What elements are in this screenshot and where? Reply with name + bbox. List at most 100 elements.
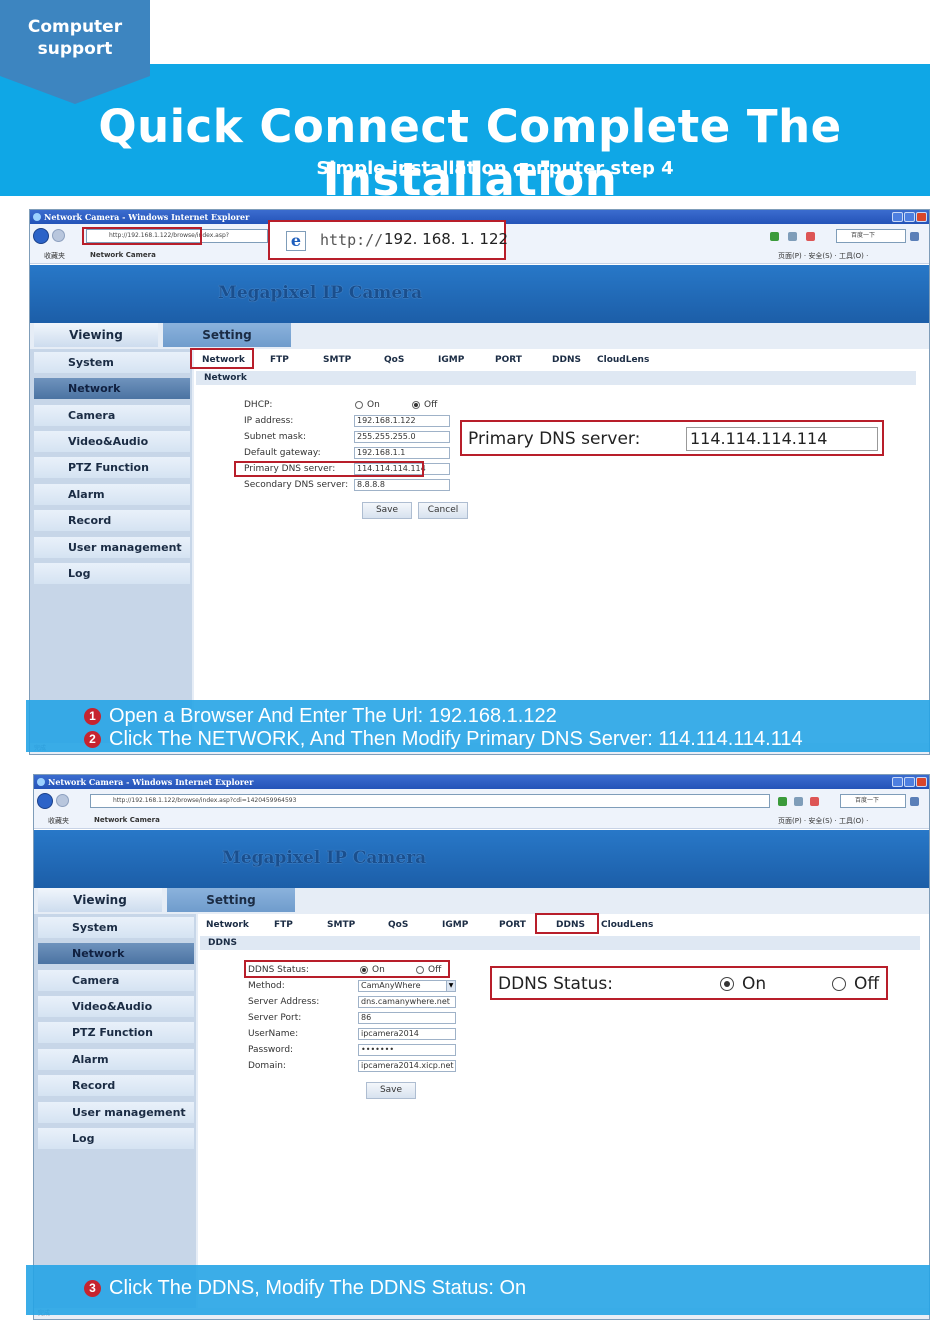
step-2-number: 2 (84, 731, 101, 748)
search-icon[interactable] (910, 797, 919, 806)
dhcp-off-label: Off (424, 400, 438, 410)
maximize-button[interactable] (904, 777, 915, 787)
save-button[interactable]: Save (362, 502, 412, 519)
callout-on-radio (720, 977, 734, 991)
sidebar-item-camera[interactable]: Camera (34, 405, 190, 426)
dhcp-on-radio[interactable] (355, 401, 363, 409)
back-button[interactable] (33, 228, 49, 244)
secondary-dns-field[interactable]: 8.8.8.8 (354, 479, 450, 491)
save-button[interactable]: Save (366, 1082, 416, 1099)
camera-content: Viewing Setting System Network Camera Vi… (34, 888, 929, 1319)
sidebar-item-network[interactable]: Network (34, 378, 190, 399)
favorites-label[interactable]: 收藏夹 (48, 816, 69, 826)
sidebar-item-alarm[interactable]: Alarm (34, 484, 190, 505)
badge-pointer (0, 76, 150, 104)
close-button[interactable] (916, 777, 927, 787)
page-subtitle: Simple installation conputer step 4 (316, 158, 674, 179)
subtab-ftp[interactable]: FTP (274, 920, 293, 930)
browser-tab[interactable]: Network Camera (94, 816, 160, 824)
mask-field[interactable]: 255.255.255.0 (354, 431, 450, 443)
forward-button[interactable] (56, 794, 69, 807)
subtab-smtp[interactable]: SMTP (327, 920, 355, 930)
step-3: 3 Click The DDNS, Modify The DDNS Status:… (84, 1277, 526, 1300)
subtab-igmp[interactable]: IGMP (442, 920, 468, 930)
sidebar-item-record[interactable]: Record (34, 510, 190, 531)
method-select[interactable]: CamAnyWhere (358, 980, 456, 992)
sidebar-item-system[interactable]: System (38, 917, 194, 938)
ie-tools-menu[interactable]: 页面(P) · 安全(S) · 工具(O) · (778, 251, 868, 261)
ie-tools-menu[interactable]: 页面(P) · 安全(S) · 工具(O) · (778, 816, 868, 826)
tab-setting[interactable]: Setting (167, 888, 295, 912)
subtab-cloudlens[interactable]: CloudLens (597, 355, 649, 365)
back-button[interactable] (37, 793, 53, 809)
maximize-button[interactable] (904, 212, 915, 222)
section-ddns: DDNS (200, 936, 920, 950)
sidebar-item-camera[interactable]: Camera (38, 970, 194, 991)
callout-dns-label: Primary DNS server: (468, 429, 641, 449)
instructions-bar-1: 1 Open a Browser And Enter The Url: 192.1… (26, 700, 930, 752)
ip-field[interactable]: 192.168.1.122 (354, 415, 450, 427)
password-field[interactable]: ••••••• (358, 1044, 456, 1056)
domain-field[interactable]: ipcamera2014.xicp.net (358, 1060, 456, 1072)
cancel-button[interactable]: Cancel (418, 502, 468, 519)
subtab-ftp[interactable]: FTP (270, 355, 289, 365)
subtab-smtp[interactable]: SMTP (323, 355, 351, 365)
sidebar-item-user-management[interactable]: User management (38, 1102, 194, 1123)
sidebar-item-log[interactable]: Log (34, 563, 190, 584)
username-field[interactable]: ipcamera2014 (358, 1028, 456, 1040)
chevron-down-icon[interactable]: ▼ (446, 981, 455, 991)
refresh-icon[interactable] (778, 797, 787, 806)
compat-icon[interactable] (788, 232, 797, 241)
minimize-button[interactable] (892, 212, 903, 222)
ip-label: IP address: (244, 416, 294, 426)
subtab-port[interactable]: PORT (495, 355, 522, 365)
gateway-field[interactable]: 192.168.1.1 (354, 447, 450, 459)
sidebar-item-user-management[interactable]: User management (34, 537, 190, 558)
stop-icon[interactable] (806, 232, 815, 241)
subtab-qos[interactable]: QoS (388, 920, 408, 930)
sidebar-item-ptz[interactable]: PTZ Function (34, 457, 190, 478)
server-port-label: Server Port: (248, 1013, 302, 1023)
forward-button[interactable] (52, 229, 65, 242)
secondary-dns-label: Secondary DNS server: (244, 480, 349, 490)
subtab-qos[interactable]: QoS (384, 355, 404, 365)
instructions-bar-2: 3 Click The DDNS, Modify The DDNS Status:… (26, 1265, 930, 1315)
compat-icon[interactable] (794, 797, 803, 806)
tab-viewing[interactable]: Viewing (34, 323, 158, 347)
dhcp-off-radio[interactable] (412, 401, 420, 409)
sidebar-item-ptz[interactable]: PTZ Function (38, 1022, 194, 1043)
server-port-field[interactable]: 86 (358, 1012, 456, 1024)
browser-tab[interactable]: Network Camera (90, 251, 156, 259)
url-value: 192. 168. 1. 122 (384, 230, 509, 248)
sidebar-item-record[interactable]: Record (38, 1075, 194, 1096)
subtab-cloudlens[interactable]: CloudLens (601, 920, 653, 930)
sidebar-item-network[interactable]: Network (38, 943, 194, 964)
search-icon[interactable] (910, 232, 919, 241)
section-network: Network (196, 371, 916, 385)
refresh-icon[interactable] (770, 232, 779, 241)
callout-off-radio (832, 977, 846, 991)
subtab-network[interactable]: Network (206, 920, 249, 930)
subtab-igmp[interactable]: IGMP (438, 355, 464, 365)
subtab-ddns[interactable]: DDNS (552, 355, 581, 365)
stop-icon[interactable] (810, 797, 819, 806)
close-button[interactable] (916, 212, 927, 222)
favorites-label[interactable]: 收藏夹 (44, 251, 65, 261)
browser-window-ddns: Network Camera - Windows Internet Explor… (33, 774, 930, 1320)
address-bar[interactable]: http://192.168.1.122/browse/index.asp?cd… (90, 794, 770, 808)
sidebar-item-system[interactable]: System (34, 352, 190, 373)
server-address-field[interactable]: dns.camanywhere.net (358, 996, 456, 1008)
camera-title: Megapixel IP Camera (222, 848, 427, 868)
sidebar-item-video-audio[interactable]: Video&Audio (38, 996, 194, 1017)
tab-viewing[interactable]: Viewing (38, 888, 162, 912)
sidebar-item-alarm[interactable]: Alarm (38, 1049, 194, 1070)
sidebar-item-log[interactable]: Log (38, 1128, 194, 1149)
minimize-button[interactable] (892, 777, 903, 787)
search-input[interactable]: 百度一下 (836, 229, 906, 243)
mask-label: Subnet mask: (244, 432, 306, 442)
subtab-port[interactable]: PORT (499, 920, 526, 930)
sidebar-item-video-audio[interactable]: Video&Audio (34, 431, 190, 452)
tab-setting[interactable]: Setting (163, 323, 291, 347)
step-1: 1 Open a Browser And Enter The Url: 192.1… (84, 705, 557, 728)
search-input[interactable]: 百度一下 (840, 794, 906, 808)
